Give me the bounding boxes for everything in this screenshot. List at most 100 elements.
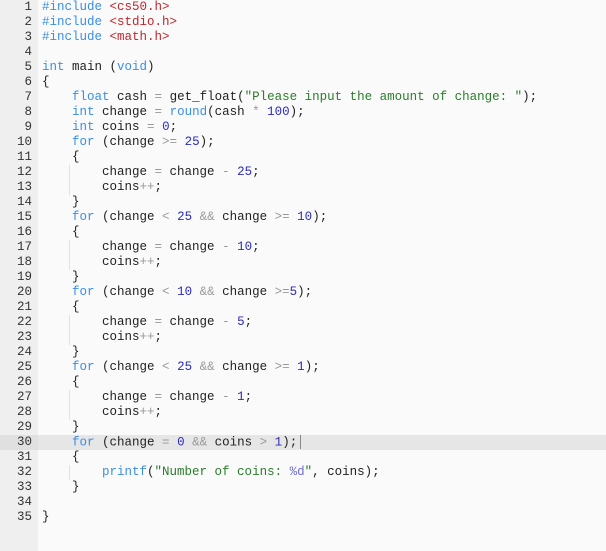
code-token-pp: #include — [42, 15, 103, 29]
code-line[interactable] — [38, 45, 606, 60]
code-token-op: = — [154, 240, 163, 254]
code-token-plain: ; — [169, 120, 178, 134]
code-line[interactable]: } — [38, 195, 606, 210]
code-line[interactable]: #include <math.h> — [38, 30, 606, 45]
code-token-plain: coins — [42, 405, 140, 419]
code-token-num: 0 — [162, 120, 170, 134]
code-token-kw: int — [42, 60, 65, 74]
code-token-kw: void — [117, 60, 148, 74]
code-token-op: && — [199, 360, 215, 374]
code-line[interactable]: for (change < 25 && change >= 1); — [38, 360, 606, 375]
code-line[interactable]: for (change >= 25); — [38, 135, 606, 150]
line-number: 26 — [16, 375, 32, 389]
code-token-op: && — [199, 285, 215, 299]
code-token-plain: ); — [304, 360, 320, 374]
text-cursor — [300, 435, 302, 449]
code-line[interactable]: coins++; — [38, 405, 606, 420]
code-line[interactable]: #include <stdio.h> — [38, 15, 606, 30]
code-token-op: && — [192, 435, 208, 450]
code-token-op: < — [162, 285, 170, 299]
code-line[interactable]: change = change - 5; — [38, 315, 606, 330]
code-token-pp: #include — [42, 0, 103, 14]
code-token-plain: get_float( — [162, 90, 245, 104]
code-token-plain: change — [42, 390, 155, 404]
code-line[interactable]: coins++; — [38, 180, 606, 195]
line-number: 7 — [24, 90, 32, 104]
code-line[interactable]: } — [38, 420, 606, 435]
code-token-num: 1 — [237, 390, 245, 404]
code-line[interactable]: coins++; — [38, 255, 606, 270]
code-line[interactable]: } — [38, 345, 606, 360]
code-token-plain: coins — [94, 120, 148, 134]
code-token-plain: ( — [147, 465, 155, 479]
code-token-kw: round — [169, 105, 208, 119]
code-line[interactable]: change = change - 10; — [38, 240, 606, 255]
code-token-plain: , coins); — [312, 465, 380, 479]
line-number: 1 — [24, 0, 32, 14]
code-token-plain: { — [42, 300, 80, 314]
code-token-plain: coins — [42, 330, 140, 344]
code-line[interactable]: for (change < 10 && change >=5); — [38, 285, 606, 300]
code-line[interactable]: float cash = get_float("Please input the… — [38, 90, 606, 105]
code-token-op: = — [154, 105, 163, 119]
line-number: 8 — [24, 105, 32, 119]
code-line[interactable]: { — [38, 75, 606, 90]
code-line[interactable]: for (change < 25 && change >= 10); — [38, 210, 606, 225]
code-token-kw: for — [72, 360, 95, 374]
code-token-plain: { — [42, 375, 80, 389]
code-line[interactable]: { — [38, 300, 606, 315]
code-token-kw: printf — [102, 465, 148, 479]
line-number: 17 — [16, 240, 32, 254]
code-token-kw: for — [72, 135, 95, 149]
code-line[interactable]: int coins = 0; — [38, 120, 606, 135]
code-line[interactable]: int change = round(cash * 100); — [38, 105, 606, 120]
code-line[interactable]: { — [38, 375, 606, 390]
code-token-op: >= — [274, 210, 290, 224]
code-line[interactable]: } — [38, 480, 606, 495]
line-number: 2 — [24, 15, 32, 29]
code-line[interactable]: } — [38, 510, 606, 525]
code-token-plain: ; — [252, 165, 260, 179]
code-line[interactable]: { — [38, 150, 606, 165]
line-number: 14 — [16, 195, 32, 209]
code-token-plain: ); — [199, 135, 215, 149]
code-token-plain: coins — [207, 435, 260, 450]
code-editor[interactable]: 1 2 3 4 5 6 7 8 9 10 11 12 13 14 15 16 17 18 19 20 21 22 23 24 2… — [0, 0, 606, 551]
code-line[interactable]: change = change - 1; — [38, 390, 606, 405]
code-line[interactable]: change = change - 25; — [38, 165, 606, 180]
code-token-num: 1 — [297, 360, 305, 374]
code-token-plain: (change — [94, 435, 163, 450]
line-number: 3 — [24, 30, 32, 44]
code-line[interactable] — [38, 495, 606, 510]
code-line[interactable]: } — [38, 270, 606, 285]
code-token-plain: coins — [42, 255, 140, 269]
code-token-op: = — [154, 90, 163, 104]
code-line[interactable]: { — [38, 450, 606, 465]
code-token-kw: float — [72, 90, 110, 104]
line-number: 23 — [16, 330, 32, 344]
code-token-kw: int — [72, 105, 95, 119]
code-token-plain: ; — [244, 315, 253, 329]
code-line[interactable]: int main (void) — [38, 60, 606, 75]
code-token-plain: ; — [154, 330, 163, 344]
code-line-active[interactable]: for (change = 0 && coins > 1); — [38, 435, 606, 450]
code-token-num: 10 — [177, 285, 193, 299]
code-area[interactable]: #include <cs50.h> #include <stdio.h> #incl… — [38, 0, 606, 551]
code-line[interactable]: printf("Number of coins: %d", coins); — [38, 465, 606, 480]
code-line[interactable]: #include <cs50.h> — [38, 0, 606, 15]
indent-guide — [69, 315, 70, 345]
code-line[interactable]: { — [38, 225, 606, 240]
line-number: 19 — [16, 270, 32, 284]
code-line[interactable]: coins++; — [38, 330, 606, 345]
line-number: 21 — [16, 300, 32, 314]
